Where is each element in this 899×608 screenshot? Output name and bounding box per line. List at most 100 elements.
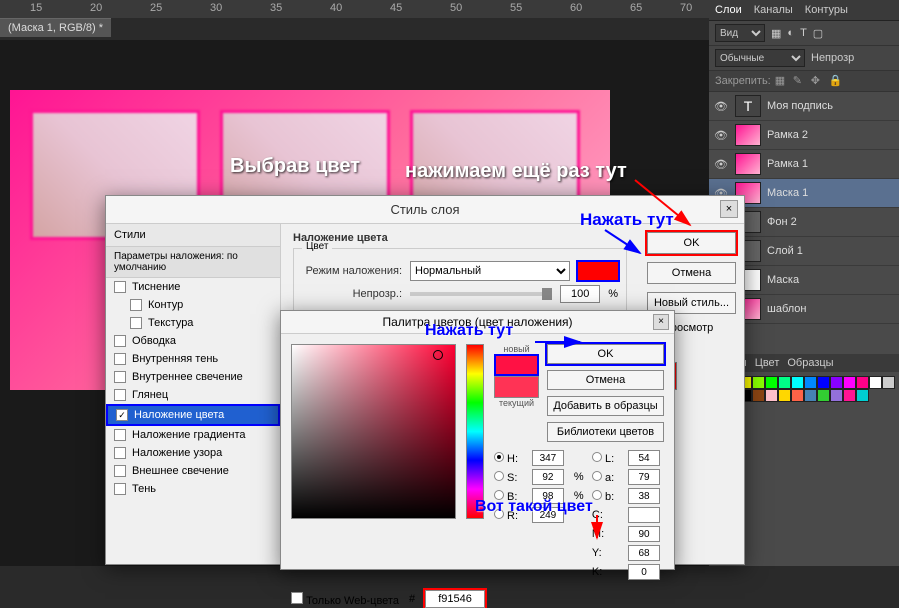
color-swatch[interactable] [817, 389, 830, 402]
hex-input[interactable] [425, 590, 485, 608]
style-item[interactable]: Внутреннее свечение [106, 368, 280, 386]
web-only-checkbox[interactable]: Только Web-цвета [291, 592, 399, 607]
m-input[interactable] [628, 526, 660, 542]
style-item[interactable]: Обводка [106, 332, 280, 350]
blend-mode-select[interactable]: Обычные [715, 49, 805, 67]
tab-channels[interactable]: Каналы [754, 4, 793, 16]
h-input[interactable] [532, 450, 564, 466]
style-item[interactable]: Тень [106, 480, 280, 498]
hue-slider[interactable] [466, 344, 484, 519]
color-swatch[interactable] [804, 389, 817, 402]
ok-button[interactable]: OK [547, 344, 664, 364]
l-input[interactable] [628, 450, 660, 466]
style-checkbox[interactable] [114, 353, 126, 365]
style-checkbox[interactable] [114, 447, 126, 459]
color-swatch[interactable] [817, 376, 830, 389]
b-radio[interactable] [494, 490, 504, 500]
cancel-button[interactable]: Отмена [547, 370, 664, 390]
color-swatch[interactable] [843, 376, 856, 389]
color-swatch[interactable] [778, 389, 791, 402]
visibility-icon[interactable]: 👁 [713, 99, 729, 113]
style-checkbox[interactable] [114, 483, 126, 495]
opacity-slider[interactable] [410, 292, 552, 296]
style-checkbox[interactable] [114, 389, 126, 401]
tab-layers[interactable]: Слои [715, 4, 742, 16]
lock-pixels-icon[interactable]: ▦ [775, 74, 789, 88]
b2-input[interactable] [628, 488, 660, 504]
style-checkbox[interactable] [114, 429, 126, 441]
tab-color[interactable]: Цвет [755, 357, 780, 369]
style-checkbox[interactable] [130, 299, 142, 311]
k-input[interactable] [628, 564, 660, 580]
style-checkbox[interactable] [116, 409, 128, 421]
opacity-input[interactable] [560, 285, 600, 303]
filter-icon[interactable]: ▢ [813, 27, 823, 40]
color-swatch[interactable] [882, 376, 895, 389]
lock-position-icon[interactable]: ✥ [811, 74, 825, 88]
document-tab[interactable]: (Маска 1, RGB/8) * [0, 18, 111, 37]
lock-all-icon[interactable]: 🔒 [829, 74, 843, 88]
layer-row[interactable]: 👁Рамка 1 [709, 150, 899, 179]
color-swatch[interactable] [765, 376, 778, 389]
cancel-button[interactable]: Отмена [647, 262, 736, 284]
blend-mode-select[interactable]: Нормальный [410, 261, 570, 281]
style-checkbox[interactable] [114, 371, 126, 383]
color-libraries-button[interactable]: Библиотеки цветов [547, 422, 664, 442]
style-item[interactable]: Внутренняя тень [106, 350, 280, 368]
filter-icon[interactable]: T [800, 27, 807, 39]
lock-paint-icon[interactable]: ✎ [793, 74, 807, 88]
close-button[interactable]: × [720, 200, 738, 218]
color-swatch[interactable] [804, 376, 817, 389]
tab-paths[interactable]: Контуры [805, 4, 848, 16]
h-radio[interactable] [494, 452, 504, 462]
style-item[interactable]: Контур [106, 296, 280, 314]
color-swatch[interactable] [830, 389, 843, 402]
style-item[interactable]: Наложение градиента [106, 426, 280, 444]
style-checkbox[interactable] [130, 317, 142, 329]
s-radio[interactable] [494, 471, 504, 481]
style-item[interactable]: Текстура [106, 314, 280, 332]
b-input[interactable] [532, 488, 564, 504]
layer-row[interactable]: 👁Рамка 2 [709, 121, 899, 150]
visibility-icon[interactable]: 👁 [713, 128, 729, 142]
style-item[interactable]: Тиснение [106, 278, 280, 296]
style-checkbox[interactable] [114, 281, 126, 293]
tab-swatches[interactable]: Образцы [787, 357, 833, 369]
c-input[interactable] [628, 507, 660, 523]
color-swatch[interactable] [791, 389, 804, 402]
color-swatch-button[interactable] [578, 262, 618, 280]
style-item[interactable]: Наложение узора [106, 444, 280, 462]
style-item[interactable]: Внешнее свечение [106, 462, 280, 480]
visibility-icon[interactable]: 👁 [713, 157, 729, 171]
color-swatch[interactable] [778, 376, 791, 389]
layer-row[interactable]: 👁TМоя подпись [709, 92, 899, 121]
a-radio[interactable] [592, 471, 602, 481]
close-button[interactable]: × [653, 314, 669, 330]
color-swatch[interactable] [856, 376, 869, 389]
filter-icon[interactable]: ▦ [771, 27, 781, 40]
layer-kind-select[interactable]: Вид [715, 24, 765, 42]
styles-header[interactable]: Стили [106, 224, 280, 247]
current-color-swatch[interactable] [494, 376, 539, 398]
add-swatch-button[interactable]: Добавить в образцы [547, 396, 664, 416]
color-swatch[interactable] [791, 376, 804, 389]
color-swatch[interactable] [830, 376, 843, 389]
color-swatch[interactable] [752, 376, 765, 389]
style-item[interactable]: Наложение цвета [106, 404, 280, 426]
r-radio[interactable] [494, 509, 504, 519]
s-input[interactable] [532, 469, 564, 485]
l-radio[interactable] [592, 452, 602, 462]
color-swatch[interactable] [752, 389, 765, 402]
ok-button[interactable]: OK [647, 232, 736, 254]
color-swatch[interactable] [843, 389, 856, 402]
filter-icon[interactable]: ◐ [787, 27, 794, 39]
style-item[interactable]: Глянец [106, 386, 280, 404]
b2-radio[interactable] [592, 490, 602, 500]
color-swatch[interactable] [856, 389, 869, 402]
style-checkbox[interactable] [114, 335, 126, 347]
a-input[interactable] [628, 469, 660, 485]
y-input[interactable] [628, 545, 660, 561]
r-input[interactable] [532, 507, 564, 523]
color-field[interactable] [291, 344, 456, 519]
color-swatch[interactable] [765, 389, 778, 402]
